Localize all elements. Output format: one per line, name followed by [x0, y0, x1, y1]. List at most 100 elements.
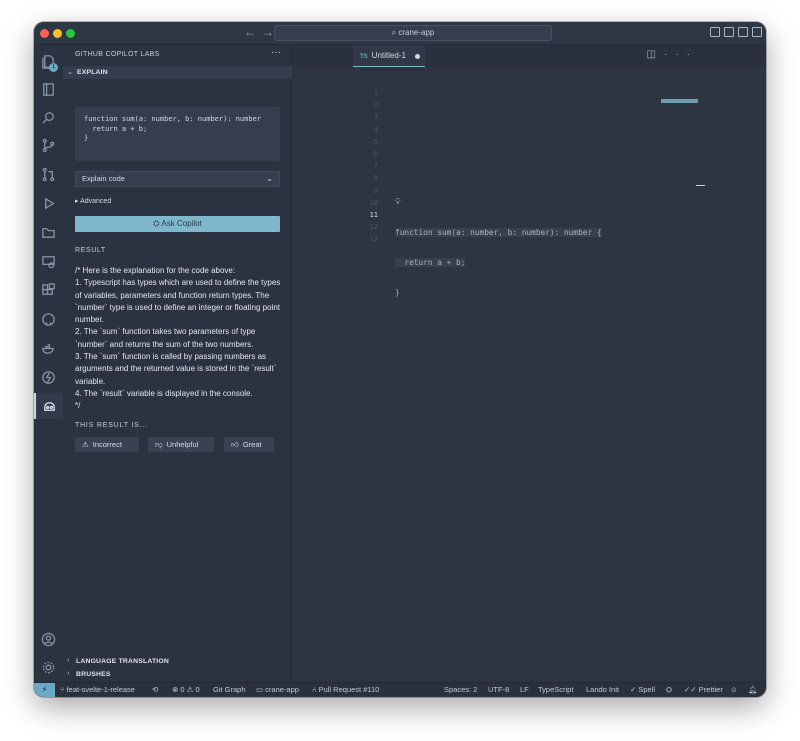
unhelpful-label: Unhelpful	[166, 440, 199, 449]
feedback-label: THIS RESULT IS...	[75, 422, 148, 429]
line-number: 5	[373, 137, 378, 146]
source-control-icon[interactable]	[34, 132, 63, 158]
ask-copilot-button[interactable]: ⛭ Ask Copilot	[75, 216, 280, 232]
chevron-down-icon: ⌄	[67, 69, 73, 76]
chevron-right-icon: ›	[67, 657, 70, 664]
toggle-sidebar-icon[interactable]	[710, 27, 720, 37]
line-number: 8	[373, 174, 378, 183]
chevron-right-icon: ›	[67, 670, 70, 677]
pull-request-status[interactable]: ⑃ Pull Request #110	[312, 683, 379, 697]
feedback-icon[interactable]: ☺	[730, 683, 738, 697]
code-input-line-3: }	[84, 134, 89, 142]
split-editor-icon[interactable]: ◫	[647, 49, 664, 60]
minimap[interactable]	[661, 99, 698, 103]
brushes-section[interactable]: › BRUSHES	[63, 668, 292, 681]
unsaved-dot-icon[interactable]	[415, 54, 420, 59]
status-bar: ⚡︎ ⑂ feat-svelte-1-release ⟲ ⊗ 0 ⚠ 0 Git…	[34, 682, 766, 697]
code-line: }	[395, 288, 400, 298]
encoding-status[interactable]: UTF-8	[488, 683, 509, 697]
warning-count: 0	[195, 685, 200, 694]
result-label: RESULT	[75, 247, 106, 254]
select-value: Explain code	[82, 174, 125, 183]
tab-label: Untitled-1	[371, 51, 406, 60]
great-button[interactable]: 👍︎ Great	[224, 437, 274, 452]
customize-layout-icon[interactable]	[752, 27, 762, 37]
sidebar-title: GITHUB COPILOT LABS	[75, 51, 160, 58]
folder-status[interactable]: ▭ crane-app	[256, 683, 299, 697]
docker-icon[interactable]	[34, 335, 63, 361]
language-translation-section[interactable]: › LANGUAGE TRANSLATION	[63, 655, 292, 668]
run-debug-icon[interactable]	[34, 190, 63, 216]
settings-gear-icon[interactable]	[34, 654, 63, 680]
folder-label: crane-app	[265, 685, 299, 694]
advanced-toggle[interactable]: ▸ Advanced	[75, 197, 111, 205]
explain-header-label: EXPLAIN	[77, 69, 108, 76]
incorrect-button[interactable]: ⚠ Incorrect	[75, 437, 139, 452]
notifications-bell-icon[interactable]: 🔔︎	[748, 683, 758, 697]
double-check-icon: ✓✓	[684, 685, 699, 694]
copilot-labs-icon[interactable]	[34, 393, 63, 419]
more-actions-icon[interactable]: ···	[271, 47, 281, 58]
pull-request-label: Pull Request #110	[318, 685, 380, 694]
line-number: 13	[369, 235, 378, 244]
pull-requests-icon[interactable]	[34, 161, 63, 187]
explain-mode-select[interactable]: Explain code ⌄	[75, 171, 280, 187]
lightbulb-icon[interactable]: 💡︎	[395, 197, 401, 207]
explain-section-header[interactable]: ⌄ EXPLAIN	[63, 66, 292, 79]
copilot-labs-sidebar: GITHUB COPILOT LABS ··· ⌄ EXPLAIN functi…	[63, 45, 292, 682]
command-center[interactable]: ⌕ crane-app	[274, 25, 552, 41]
error-count: 0	[180, 685, 185, 694]
account-icon[interactable]	[34, 626, 63, 652]
explorer-badge: 1	[49, 63, 58, 72]
minimize-window-button[interactable]	[53, 29, 62, 38]
line-number: 9	[373, 186, 378, 195]
line-number: 1	[373, 89, 378, 97]
editor-actions: ◫···	[647, 49, 698, 60]
unhelpful-button[interactable]: 👎︎ Unhelpful	[148, 437, 214, 452]
language-mode-status[interactable]: TypeScript	[538, 683, 573, 697]
notebook-icon[interactable]	[34, 76, 63, 102]
toggle-secondary-sidebar-icon[interactable]	[738, 27, 748, 37]
spell-status[interactable]: ✓ Spell	[630, 683, 655, 697]
lightning-icon[interactable]	[34, 364, 63, 390]
close-window-button[interactable]	[40, 29, 49, 38]
line-number: 3	[373, 113, 378, 122]
problems-status[interactable]: ⊗ 0 ⚠ 0	[172, 683, 200, 697]
tab-bar: TS Untitled-1 ◫···	[292, 45, 766, 67]
github-icon[interactable]	[34, 306, 63, 332]
eol-status[interactable]: LF	[520, 683, 529, 697]
folder-icon[interactable]	[34, 219, 63, 245]
incorrect-label: Incorrect	[92, 440, 122, 449]
code-line: return a + b;	[395, 258, 466, 268]
sync-icon[interactable]: ⟲	[152, 683, 158, 697]
prettier-status[interactable]: ✓✓ Prettier	[684, 683, 723, 697]
git-graph-status[interactable]: Git Graph	[213, 683, 246, 697]
thumbs-up-icon: 👍︎	[231, 440, 239, 449]
code-line: function sum(a: number, b: number): numb…	[395, 228, 602, 237]
prettier-label: Prettier	[698, 685, 723, 694]
advanced-label: Advanced	[80, 198, 112, 205]
remote-explorer-icon[interactable]	[34, 248, 63, 274]
tab-untitled-1[interactable]: TS Untitled-1	[353, 45, 425, 67]
activity-bar: 1	[34, 45, 63, 682]
title-bar: ←→ ⌕ crane-app	[34, 22, 766, 45]
toggle-panel-icon[interactable]	[724, 27, 734, 37]
line-number: 10	[369, 198, 378, 207]
more-actions-icon[interactable]: ···	[664, 49, 698, 60]
explorer-icon[interactable]: 1	[34, 48, 63, 74]
great-label: Great	[242, 440, 262, 449]
code-editor[interactable]: function sum(a: number, b: number): numb…	[395, 209, 602, 318]
lando-status[interactable]: Lando Init	[586, 683, 619, 697]
copilot-status-icon[interactable]: ⛭	[666, 683, 672, 697]
remote-indicator-icon[interactable]: ⚡︎	[34, 683, 55, 697]
ask-copilot-label: Ask Copilot	[161, 219, 202, 228]
maximize-window-button[interactable]	[66, 29, 75, 38]
branch-status[interactable]: ⑂ feat-svelte-1-release	[60, 683, 135, 697]
search-icon[interactable]	[34, 104, 63, 130]
code-input[interactable]: function sum(a: number, b: number): numb…	[75, 107, 280, 161]
extensions-icon[interactable]	[34, 277, 63, 303]
indentation-status[interactable]: Spaces: 2	[444, 683, 477, 697]
typescript-icon: TS	[360, 54, 368, 60]
branch-label: feat-svelte-1-release	[66, 685, 135, 694]
code-input-line-2: return a + b;	[84, 124, 148, 133]
